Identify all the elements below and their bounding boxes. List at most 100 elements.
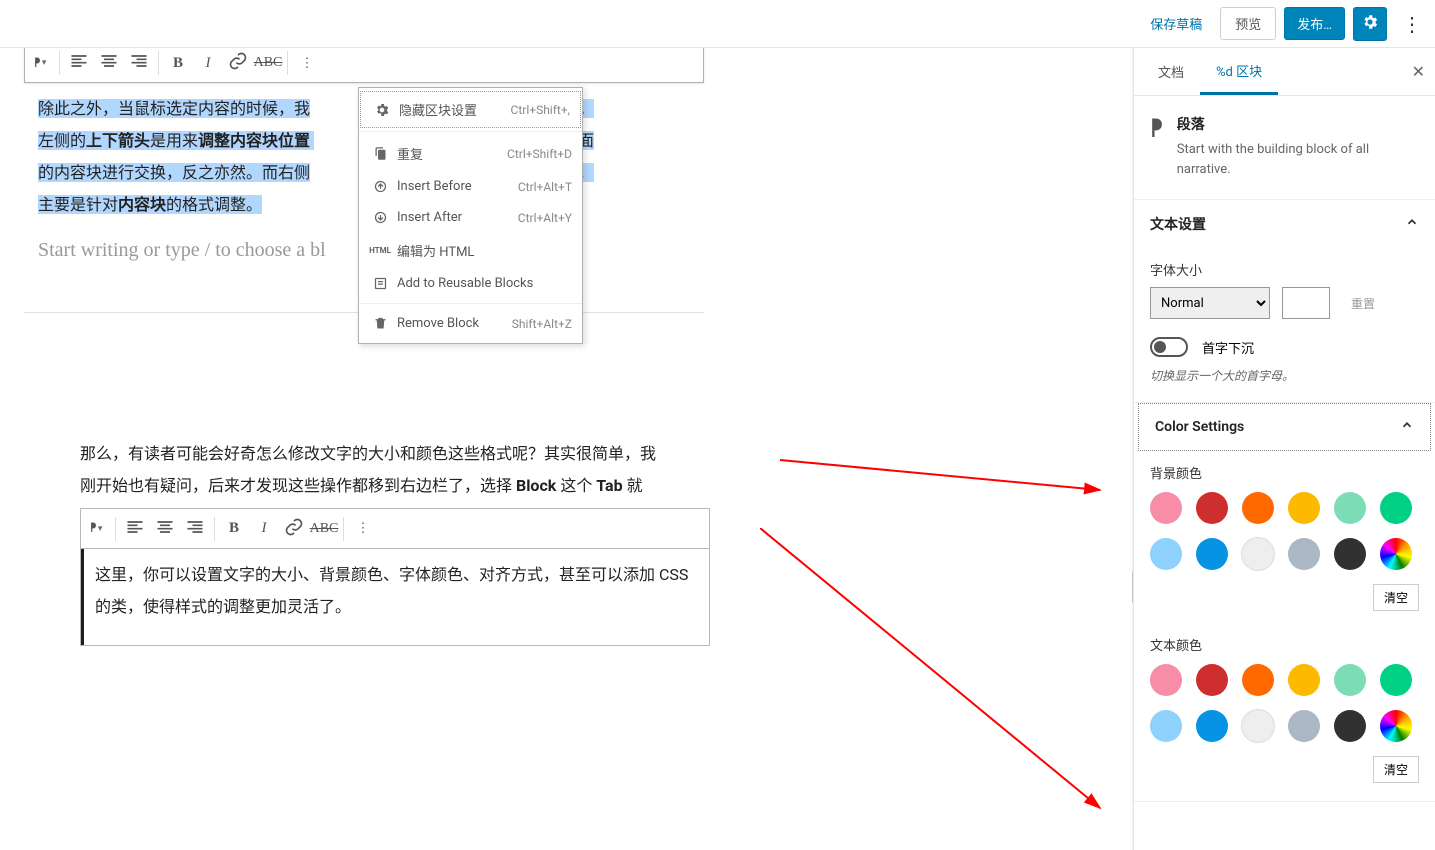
panel-header-color-settings[interactable]: Color Settings [1138, 403, 1431, 451]
align-left-button[interactable] [120, 514, 150, 544]
color-swatch[interactable] [1196, 492, 1228, 524]
menu-remove-block[interactable]: Remove Block Shift+Alt+Z [359, 308, 582, 339]
color-swatch[interactable] [1380, 664, 1412, 696]
font-size-label: 字体大小 [1150, 260, 1419, 279]
strikethrough-icon: ABC [254, 55, 283, 71]
tab-document[interactable]: 文档 [1142, 48, 1200, 95]
color-swatch[interactable] [1242, 710, 1274, 742]
color-swatch[interactable] [1150, 538, 1182, 570]
strikethrough-button[interactable]: ABC [309, 514, 339, 544]
menu-shortcut: Ctrl+Alt+T [518, 180, 572, 194]
editor-canvas: ¶▾ B I ABC ⋮ 除此之外，当鼠标选定内容的时候，我 按 [0, 48, 1133, 850]
menu-label: 编辑为 HTML [397, 241, 572, 260]
link-icon [228, 51, 248, 75]
menu-edit-html[interactable]: HTML 编辑为 HTML [359, 233, 582, 268]
menu-insert-after[interactable]: Insert After Ctrl+Alt+Y [359, 202, 582, 233]
menu-insert-before[interactable]: Insert Before Ctrl+Alt+T [359, 171, 582, 202]
insert-after-icon [369, 210, 391, 225]
color-swatch[interactable] [1288, 492, 1320, 524]
sidebar-tabs: 文档 %d 区块 ✕ [1134, 48, 1435, 96]
block-options-dropdown: 隐藏区块设置 Ctrl+Shift+, 重复 Ctrl+Shift+D Inse… [358, 87, 583, 344]
block-type-button[interactable]: ¶▾ [81, 514, 111, 544]
align-left-icon [69, 51, 89, 75]
html-icon: HTML [369, 246, 391, 255]
chevron-up-icon [1400, 418, 1414, 436]
menu-label: Insert After [397, 210, 518, 225]
custom-color-swatch[interactable] [1380, 538, 1412, 570]
insert-before-icon [369, 179, 391, 194]
bg-clear-button[interactable]: 清空 [1373, 584, 1419, 611]
strikethrough-button[interactable]: ABC [253, 48, 283, 78]
paragraph-line: 的内容块进行交换，反之亦然。而右侧 [38, 163, 310, 182]
tab-block[interactable]: %d 区块 [1200, 48, 1278, 95]
color-swatch[interactable] [1334, 538, 1366, 570]
more-options-button-2[interactable]: ⋮ [348, 514, 378, 544]
custom-color-swatch[interactable] [1380, 710, 1412, 742]
text-color-label: 文本颜色 [1150, 635, 1419, 654]
bold-button[interactable]: B [163, 48, 193, 78]
paragraph-block-2[interactable]: 那么，有读者可能会好奇怎么修改文字的大小和颜色这些格式呢？其实很简单，我 刚开始… [80, 438, 710, 502]
align-right-button[interactable] [180, 514, 210, 544]
top-bar: 保存草稿 预览 发布… ⋮ [0, 0, 1435, 48]
link-button[interactable] [279, 514, 309, 544]
text-clear-button[interactable]: 清空 [1373, 756, 1419, 783]
color-swatch[interactable] [1380, 492, 1412, 524]
close-icon: ✕ [1412, 62, 1425, 81]
color-swatch[interactable] [1288, 538, 1320, 570]
color-swatch[interactable] [1196, 710, 1228, 742]
color-swatch[interactable] [1334, 710, 1366, 742]
align-right-button[interactable] [124, 48, 154, 78]
color-swatch[interactable] [1288, 664, 1320, 696]
save-draft-button[interactable]: 保存草稿 [1140, 8, 1212, 39]
italic-icon: I [262, 520, 267, 537]
panel-title: Color Settings [1155, 419, 1244, 435]
close-sidebar-button[interactable]: ✕ [1412, 62, 1425, 81]
font-size-reset[interactable]: 重置 [1342, 287, 1384, 319]
more-options-button-1[interactable]: ⋮ [292, 48, 322, 78]
block-type-button[interactable]: ¶▾ [25, 48, 55, 78]
italic-button[interactable]: I [249, 514, 279, 544]
color-swatch[interactable] [1196, 664, 1228, 696]
more-menu-button[interactable]: ⋮ [1395, 7, 1429, 41]
chevron-up-icon [1405, 215, 1419, 233]
color-swatch[interactable] [1288, 710, 1320, 742]
paragraph-block-3[interactable]: 这里，你可以设置文字的大小、背景颜色、字体颜色、对齐方式，甚至可以添加 CSS … [81, 549, 709, 645]
color-swatch[interactable] [1242, 492, 1274, 524]
menu-hide-block-settings[interactable]: 隐藏区块设置 Ctrl+Shift+, [361, 92, 580, 127]
color-swatch[interactable] [1334, 492, 1366, 524]
menu-duplicate[interactable]: 重复 Ctrl+Shift+D [359, 136, 582, 171]
align-center-icon [155, 517, 175, 541]
panel-color-settings: Color Settings 背景颜色 [1134, 403, 1435, 802]
dropcap-toggle[interactable] [1150, 337, 1188, 357]
publish-button[interactable]: 发布… [1284, 7, 1345, 40]
color-swatch[interactable] [1242, 538, 1274, 570]
pilcrow-icon: ¶ [90, 521, 96, 536]
color-swatch[interactable] [1150, 492, 1182, 524]
color-swatch[interactable] [1242, 664, 1274, 696]
settings-button[interactable] [1353, 7, 1387, 41]
link-button[interactable] [223, 48, 253, 78]
menu-label: Insert Before [397, 179, 518, 194]
bg-color-label: 背景颜色 [1150, 463, 1419, 482]
align-center-button[interactable] [94, 48, 124, 78]
font-size-select[interactable]: Normal [1150, 287, 1270, 319]
italic-icon: I [206, 55, 211, 72]
color-swatch[interactable] [1334, 664, 1366, 696]
pilcrow-icon: ¶ [34, 56, 40, 71]
menu-label: 隐藏区块设置 [399, 100, 511, 119]
color-swatch[interactable] [1196, 538, 1228, 570]
bold-button[interactable]: B [219, 514, 249, 544]
align-center-button[interactable] [150, 514, 180, 544]
font-size-input[interactable] [1282, 287, 1330, 319]
color-swatch[interactable] [1150, 710, 1182, 742]
menu-add-reusable[interactable]: Add to Reusable Blocks [359, 268, 582, 299]
color-swatch[interactable] [1150, 664, 1182, 696]
panel-header-text-settings[interactable]: 文本设置 [1134, 200, 1435, 248]
preview-button[interactable]: 预览 [1220, 7, 1276, 40]
align-center-icon [99, 51, 119, 75]
italic-button[interactable]: I [193, 48, 223, 78]
align-left-button[interactable] [64, 48, 94, 78]
text-swatch-grid: 清空 [1150, 664, 1419, 783]
menu-separator [359, 131, 582, 132]
pilcrow-icon: ¶ [1150, 114, 1163, 144]
